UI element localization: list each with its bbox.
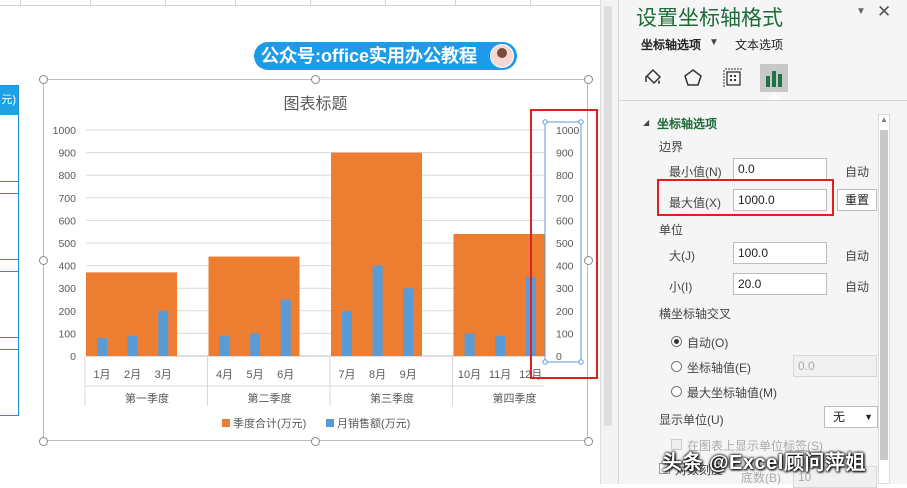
min-label: 最小值(N) [669, 165, 722, 179]
credit-watermark: 头条 @Excel顾问萍姐 [662, 452, 866, 474]
divider [619, 100, 907, 101]
x-tick-month-label: 3月 [155, 369, 172, 381]
bounds-label: 边界 [659, 140, 684, 154]
legend-swatch [326, 419, 334, 427]
pentagon-icon[interactable] [679, 64, 707, 92]
radio-auto[interactable] [671, 336, 682, 347]
bar-month-sales [219, 335, 230, 356]
x-tick-month-label: 6月 [277, 369, 294, 381]
bar-month-sales [250, 333, 261, 356]
x-tick-month-label: 9月 [400, 369, 417, 381]
format-axis-pane: 设置坐标轴格式 ▼ ✕ 坐标轴选项 ▼ 文本选项 ◢ 坐标轴选项 边界 最小值(… [618, 0, 907, 488]
max-reset-button[interactable]: 重置 [837, 189, 877, 211]
display-units-value: 无 [833, 410, 846, 424]
axis-value-input[interactable]: 0.0 [793, 355, 877, 377]
units-label: 单位 [659, 223, 684, 237]
close-icon[interactable]: ✕ [877, 2, 891, 22]
x-tick-month-label: 8月 [369, 369, 386, 381]
radio-auto-label[interactable]: 自动(O) [687, 334, 728, 351]
chevron-down-icon: ▼ [864, 412, 873, 422]
y-tick-label: 0 [70, 351, 76, 363]
section-axis-options[interactable]: 坐标轴选项 [657, 115, 717, 132]
fill-bucket-icon[interactable] [639, 64, 667, 92]
minor-unit-input[interactable]: 20.0 [733, 273, 827, 295]
x-tick-month-label: 7月 [338, 369, 355, 381]
bar-chart-icon[interactable] [760, 64, 788, 92]
x-tick-month-label: 2月 [124, 369, 141, 381]
pane-options-chevron-icon[interactable]: ▼ [856, 6, 866, 17]
major-unit-input[interactable]: 100.0 [733, 242, 827, 264]
min-auto-label: 自动 [845, 165, 870, 179]
x-tick-month-label: 10月 [458, 369, 481, 381]
highlight-box-secondary-axis [530, 109, 598, 379]
major-auto-label: 自动 [845, 249, 870, 263]
display-units-select[interactable]: 无 ▼ [824, 406, 878, 428]
pane-scrollbar-thumb[interactable] [880, 130, 888, 460]
chart-svg: 100090080070060050040030020010001月 2月 3月 4月… [53, 119, 584, 430]
bar-month-sales [495, 335, 506, 356]
x-tick-month-label: 11月 [489, 369, 511, 381]
highlight-box-max-field [657, 179, 834, 216]
bar-month-sales [97, 337, 107, 356]
x-tick-month-label: 4月 [216, 369, 233, 381]
y-tick-label: 100 [58, 328, 76, 340]
y-tick-label: 900 [58, 148, 76, 160]
y-tick-label: 700 [58, 193, 76, 205]
crosses-label: 横坐标轴交叉 [659, 307, 732, 321]
y-tick-label: 1000 [53, 125, 77, 137]
y-tick-label: 600 [58, 215, 76, 227]
radio-axis-value-label[interactable]: 坐标轴值(E) [687, 359, 751, 376]
scroll-up-icon[interactable]: ▲ [880, 115, 888, 124]
x-tick-month-label: 1月 [93, 369, 110, 381]
x-tick-quarter-label: 第二季度 [248, 391, 292, 405]
tab-text-options[interactable]: 文本选项 [735, 36, 783, 53]
radio-max-value[interactable] [671, 386, 682, 397]
tab-axis-options[interactable]: 坐标轴选项 [641, 36, 701, 53]
major-unit-label: 大(J) [669, 249, 695, 263]
bar-month-sales [372, 265, 383, 356]
bar-month-sales [464, 333, 475, 356]
legend-swatch [222, 419, 230, 427]
bar-month-sales [403, 288, 414, 356]
y-tick-label: 400 [58, 261, 76, 273]
watermark-badge: 公众号:office实用办公教程 [254, 42, 517, 70]
bar-month-sales [127, 335, 138, 356]
section-collapse-icon[interactable]: ◢ [643, 118, 649, 127]
bar-month-sales [158, 310, 169, 356]
radio-axis-value[interactable] [671, 361, 682, 372]
legend-label: 月销售额(万元) [337, 416, 410, 430]
y-tick-label: 500 [58, 238, 76, 250]
display-units-label: 显示单位(U) [659, 413, 724, 427]
legend-label: 季度合计(万元) [233, 416, 306, 430]
y-tick-label: 800 [58, 170, 76, 182]
size-properties-icon[interactable] [719, 64, 747, 92]
bar-month-sales [280, 299, 291, 356]
min-input[interactable]: 0.0 [733, 158, 827, 180]
sheet-scrollbar-thumb[interactable] [604, 6, 612, 426]
x-tick-month-label: 5月 [247, 369, 264, 381]
bar-month-sales [342, 310, 352, 356]
chevron-down-icon[interactable]: ▼ [709, 37, 719, 48]
pane-scrollbar[interactable]: ▲ [878, 114, 890, 484]
x-tick-quarter-label: 第一季度 [125, 391, 169, 405]
x-tick-quarter-label: 第三季度 [370, 391, 414, 405]
minor-auto-label: 自动 [845, 280, 870, 294]
y-tick-label: 200 [58, 306, 76, 318]
x-tick-quarter-label: 第四季度 [493, 391, 537, 405]
avatar [490, 44, 514, 68]
watermark-text: 公众号:office实用办公教程 [261, 46, 477, 66]
pane-title: 设置坐标轴格式 [636, 7, 783, 30]
minor-unit-label: 小(I) [669, 280, 693, 294]
y-tick-label: 300 [58, 283, 76, 295]
radio-max-value-label[interactable]: 最大坐标轴值(M) [687, 384, 777, 401]
